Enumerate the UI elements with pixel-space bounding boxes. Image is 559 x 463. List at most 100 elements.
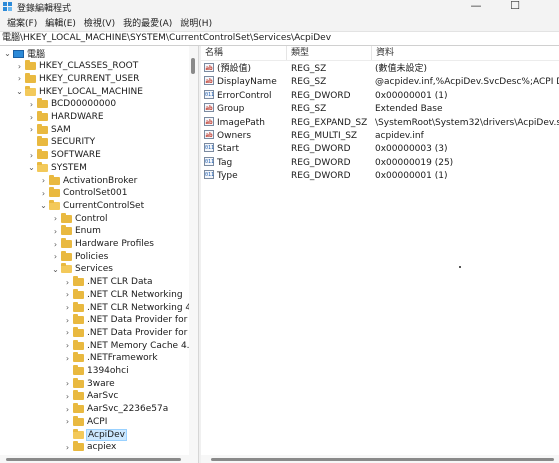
- tree-node[interactable]: › ActivationBroker: [39, 174, 137, 187]
- menu-view[interactable]: 檢視(V): [80, 16, 119, 29]
- chevron-right-icon[interactable]: ›: [15, 62, 24, 71]
- chevron-right-icon[interactable]: ›: [27, 125, 36, 134]
- chevron-right-icon[interactable]: ›: [63, 303, 72, 312]
- value-row[interactable]: 011 Type REG_DWORD 0x00000001 (1): [201, 170, 559, 183]
- tree-node[interactable]: › .NET CLR Networking 4.0.: [63, 301, 200, 314]
- tree-node[interactable]: › Control: [51, 212, 108, 225]
- chevron-right-icon[interactable]: ›: [51, 227, 60, 236]
- chevron-right-icon[interactable]: ›: [51, 252, 60, 261]
- chevron-right-icon[interactable]: ›: [51, 240, 60, 249]
- column-header-type[interactable]: 類型: [287, 46, 372, 60]
- tree-node[interactable]: › ControlSet001: [39, 187, 128, 200]
- chevron-right-icon[interactable]: ›: [63, 443, 72, 452]
- tree-node[interactable]: 1394ohci: [63, 365, 129, 378]
- tree-vertical-scrollbar[interactable]: [189, 46, 198, 463]
- tree-node[interactable]: › SAM: [27, 123, 71, 136]
- folder-icon: [37, 136, 48, 147]
- value-row[interactable]: 011 ErrorControl REG_DWORD 0x00000001 (1): [201, 89, 559, 103]
- tree-node-label: ControlSet001: [63, 188, 128, 199]
- menu-help[interactable]: 說明(H): [176, 16, 216, 29]
- value-row[interactable]: ab (預設值) REG_SZ (數值未設定): [201, 63, 559, 76]
- binary-value-icon: 011: [204, 89, 215, 99]
- scrollbar-thumb[interactable]: [211, 458, 554, 461]
- chevron-right-icon[interactable]: ›: [63, 354, 72, 363]
- tree-horizontal-scrollbar[interactable]: [0, 455, 189, 463]
- tree-node[interactable]: › AarSvc: [63, 390, 118, 403]
- scrollbar-thumb[interactable]: [191, 58, 195, 74]
- value-row[interactable]: 011 Tag REG_DWORD 0x00000019 (25): [201, 156, 559, 170]
- column-header-data[interactable]: 資料: [372, 46, 559, 60]
- chevron-right-icon[interactable]: ›: [27, 100, 36, 109]
- tree-node[interactable]: › .NETFramework: [63, 352, 158, 365]
- tree-node[interactable]: › .NET Memory Cache 4.0: [63, 339, 195, 352]
- tree-node[interactable]: › Enum: [51, 225, 101, 238]
- scrollbar-thumb[interactable]: [6, 458, 181, 461]
- chevron-right-icon[interactable]: ›: [63, 341, 72, 350]
- tree-node[interactable]: ⌄ CurrentControlSet: [39, 199, 144, 212]
- chevron-right-icon[interactable]: ›: [27, 151, 36, 160]
- tree-node[interactable]: › HARDWARE: [27, 111, 104, 124]
- chevron-right-icon[interactable]: ›: [63, 417, 72, 426]
- tree-node-label: 電腦: [27, 50, 46, 60]
- tree-node[interactable]: › ACPI: [63, 415, 107, 428]
- tree-node[interactable]: ⌄ HKEY_LOCAL_MACHINE: [15, 85, 143, 98]
- value-row[interactable]: 011 Start REG_DWORD 0x00000003 (3): [201, 143, 559, 156]
- tree-node[interactable]: › 3ware: [63, 377, 115, 390]
- tree-node[interactable]: › .NET CLR Networking: [63, 288, 183, 301]
- value-type: REG_DWORD: [291, 90, 351, 101]
- tree-node[interactable]: › BCD00000000: [27, 98, 116, 111]
- tree-node[interactable]: › acpiex: [63, 441, 116, 454]
- tree-node[interactable]: ⌄ 電腦: [3, 47, 45, 60]
- menu-favorites[interactable]: 我的最愛(A): [119, 16, 176, 29]
- menu-file[interactable]: 檔案(F): [3, 16, 41, 29]
- tree-node[interactable]: › AarSvc_2236e57a: [63, 403, 168, 416]
- tree-node[interactable]: › HKEY_CURRENT_USER: [15, 72, 139, 85]
- tree-node[interactable]: › HKEY_CLASSES_ROOT: [15, 60, 138, 73]
- tree-node[interactable]: › Hardware Profiles: [51, 238, 154, 251]
- chevron-down-icon[interactable]: ⌄: [15, 87, 24, 96]
- value-row[interactable]: ab ImagePath REG_EXPAND_SZ \SystemRoot\Syst…: [201, 116, 559, 130]
- tree-node[interactable]: › .NET Data Provider for Or: [63, 314, 200, 327]
- value-row[interactable]: ab DisplayName REG_SZ @acpidev.inf,%AcpiDev…: [201, 76, 559, 89]
- menu-bar: 檔案(F) 編輯(E) 檢視(V) 我的最愛(A) 說明(H): [0, 14, 559, 31]
- maximize-button[interactable]: ☐: [497, 0, 533, 14]
- chevron-right-icon[interactable]: ›: [51, 214, 60, 223]
- chevron-right-icon[interactable]: ›: [27, 113, 36, 122]
- value-row[interactable]: ab Owners REG_MULTI_SZ acpidev.inf: [201, 130, 559, 143]
- tree-node[interactable]: AcpiDev: [63, 428, 127, 441]
- chevron-right-icon[interactable]: ›: [63, 278, 72, 287]
- tree-node[interactable]: › Policies: [51, 250, 108, 263]
- chevron-right-icon[interactable]: ›: [39, 189, 48, 198]
- chevron-right-icon[interactable]: ›: [63, 379, 72, 388]
- chevron-down-icon[interactable]: ⌄: [51, 265, 60, 274]
- chevron-right-icon[interactable]: ›: [63, 328, 72, 337]
- chevron-right-icon[interactable]: ›: [63, 290, 72, 299]
- folder-icon: [73, 339, 84, 350]
- chevron-down-icon[interactable]: ⌄: [3, 49, 12, 58]
- chevron-right-icon[interactable]: ›: [63, 392, 72, 401]
- value-data: acpidev.inf: [375, 131, 424, 141]
- chevron-right-icon[interactable]: ›: [63, 316, 72, 325]
- tree-node[interactable]: › .NET CLR Data: [63, 276, 153, 289]
- minimize-button[interactable]: —: [458, 0, 494, 14]
- values-pane: 名稱 類型 資料 ab (預設值) REG_SZ (數值未設定) ab DisplayNa…: [201, 46, 559, 463]
- tree-node[interactable]: › SOFTWARE: [27, 149, 101, 162]
- chevron-right-icon[interactable]: ›: [63, 405, 72, 414]
- chevron-down-icon[interactable]: ⌄: [39, 201, 48, 210]
- address-bar[interactable]: 電腦\HKEY_LOCAL_MACHINE\SYSTEM\CurrentCont…: [0, 31, 559, 46]
- menu-edit[interactable]: 編輯(E): [41, 16, 80, 29]
- chevron-right-icon[interactable]: ›: [39, 176, 48, 185]
- tree-node[interactable]: ⌄ Services: [51, 263, 113, 276]
- tree-node-label: HKEY_CURRENT_USER: [39, 73, 140, 84]
- chevron-down-icon[interactable]: ⌄: [27, 163, 36, 172]
- value-data: @acpidev.inf,%AcpiDev.SvcDesc%;ACPI Devi…: [375, 77, 559, 88]
- folder-icon: [73, 390, 84, 401]
- column-header-name[interactable]: 名稱: [201, 46, 287, 60]
- tree-node[interactable]: SECURITY: [27, 136, 95, 149]
- values-horizontal-scrollbar[interactable]: [201, 455, 559, 463]
- chevron-right-icon[interactable]: ›: [15, 74, 24, 83]
- value-row[interactable]: ab Group REG_SZ Extended Base: [201, 103, 559, 116]
- tree-node[interactable]: › .NET Data Provider for Sq: [63, 326, 200, 339]
- tree-node-label: AarSvc: [87, 391, 119, 402]
- tree-node[interactable]: ⌄ SYSTEM: [27, 161, 87, 174]
